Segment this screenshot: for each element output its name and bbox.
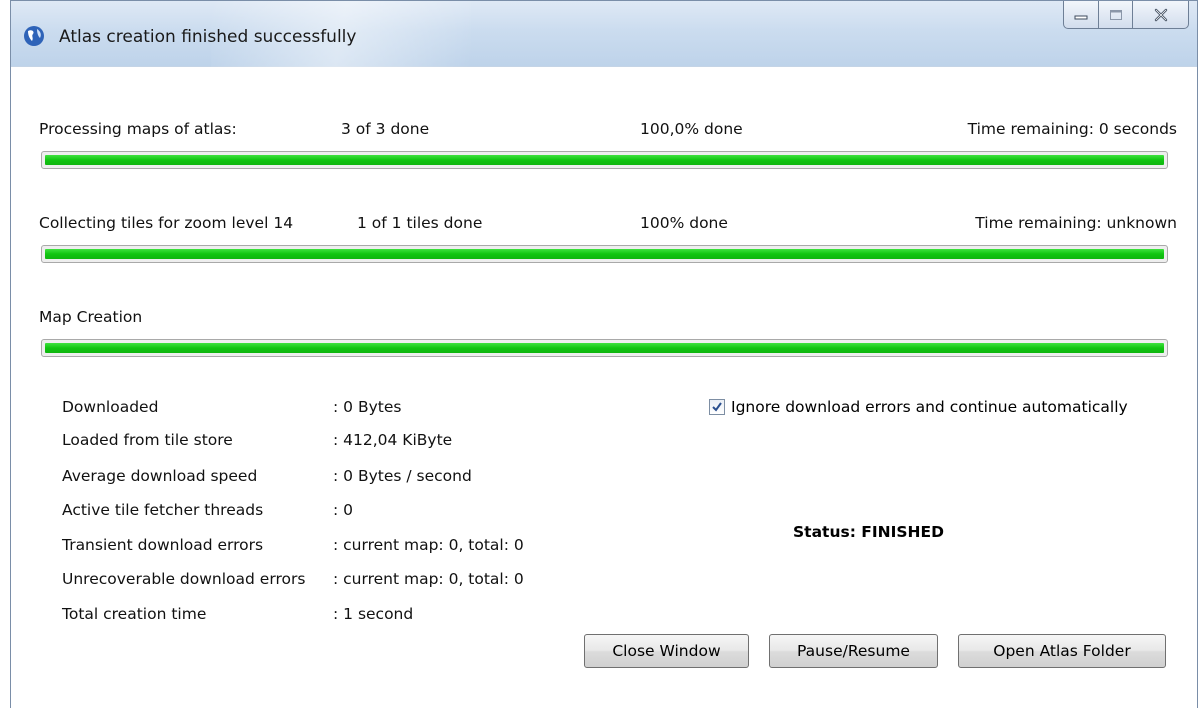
window-title: Atlas creation finished successfully — [59, 27, 357, 47]
minimize-icon — [1074, 15, 1088, 19]
title-bar[interactable]: Atlas creation finished successfully — [11, 1, 1197, 67]
map-creation-label: Map Creation — [39, 308, 143, 326]
map-creation-progress-fill — [45, 343, 1164, 353]
ignore-errors-option[interactable]: Ignore download errors and continue auto… — [709, 398, 1128, 416]
status-text: Status: FINISHED — [793, 523, 944, 541]
stat-label: Active tile fetcher threads — [62, 501, 264, 519]
map-creation-row: Map Creation — [39, 308, 1177, 330]
close-button[interactable] — [1133, 1, 1189, 29]
stat-value: : 1 second — [333, 605, 414, 623]
maximize-button[interactable] — [1099, 1, 1133, 29]
open-atlas-folder-button[interactable]: Open Atlas Folder — [958, 634, 1166, 668]
stat-label: Loaded from tile store — [62, 431, 233, 449]
globe-icon — [24, 26, 44, 46]
stat-value: : 0 — [333, 501, 354, 519]
ignore-errors-label: Ignore download errors and continue auto… — [731, 398, 1128, 416]
window-content: Processing maps of atlas: 3 of 3 done 10… — [11, 68, 1197, 708]
atlas-progress-row: Processing maps of atlas: 3 of 3 done 10… — [39, 120, 1177, 142]
atlas-progress-percent: 100,0% done — [640, 120, 743, 138]
close-icon — [1154, 8, 1167, 21]
atlas-progress-window: Atlas creation finished successfully Pro… — [10, 0, 1198, 708]
stat-value: : 412,04 KiByte — [333, 431, 453, 449]
stat-value: : 0 Bytes — [333, 398, 402, 416]
tiles-progress-percent: 100% done — [640, 214, 728, 232]
stat-label: Downloaded — [62, 398, 159, 416]
tiles-time-remaining: Time remaining: unknown — [975, 214, 1177, 232]
pause-resume-button[interactable]: Pause/Resume — [769, 634, 938, 668]
checkmark-icon — [712, 402, 722, 412]
stat-label: Total creation time — [62, 605, 207, 623]
caption-buttons — [1063, 1, 1189, 33]
ignore-errors-checkbox[interactable] — [709, 399, 725, 415]
map-creation-progress-bar — [41, 339, 1168, 357]
maximize-icon — [1109, 9, 1122, 20]
stat-label: Average download speed — [62, 467, 258, 485]
stat-value: : current map: 0, total: 0 — [333, 570, 524, 588]
atlas-time-remaining: Time remaining: 0 seconds — [967, 120, 1177, 138]
stat-value: : current map: 0, total: 0 — [333, 536, 524, 554]
tiles-progress-label: Collecting tiles for zoom level 14 — [39, 214, 294, 232]
atlas-progress-bar — [41, 151, 1168, 169]
stat-label: Transient download errors — [62, 536, 264, 554]
tiles-progress-fill — [45, 249, 1164, 259]
tiles-progress-count: 1 of 1 tiles done — [357, 214, 483, 232]
minimize-button[interactable] — [1063, 1, 1099, 29]
stat-value: : 0 Bytes / second — [333, 467, 472, 485]
close-window-button[interactable]: Close Window — [584, 634, 749, 668]
atlas-progress-fill — [45, 155, 1164, 165]
stat-label: Unrecoverable download errors — [62, 570, 306, 588]
atlas-progress-label: Processing maps of atlas: — [39, 120, 237, 138]
tiles-progress-bar — [41, 245, 1168, 263]
atlas-progress-count: 3 of 3 done — [341, 120, 430, 138]
tiles-progress-row: Collecting tiles for zoom level 14 1 of … — [39, 214, 1177, 236]
